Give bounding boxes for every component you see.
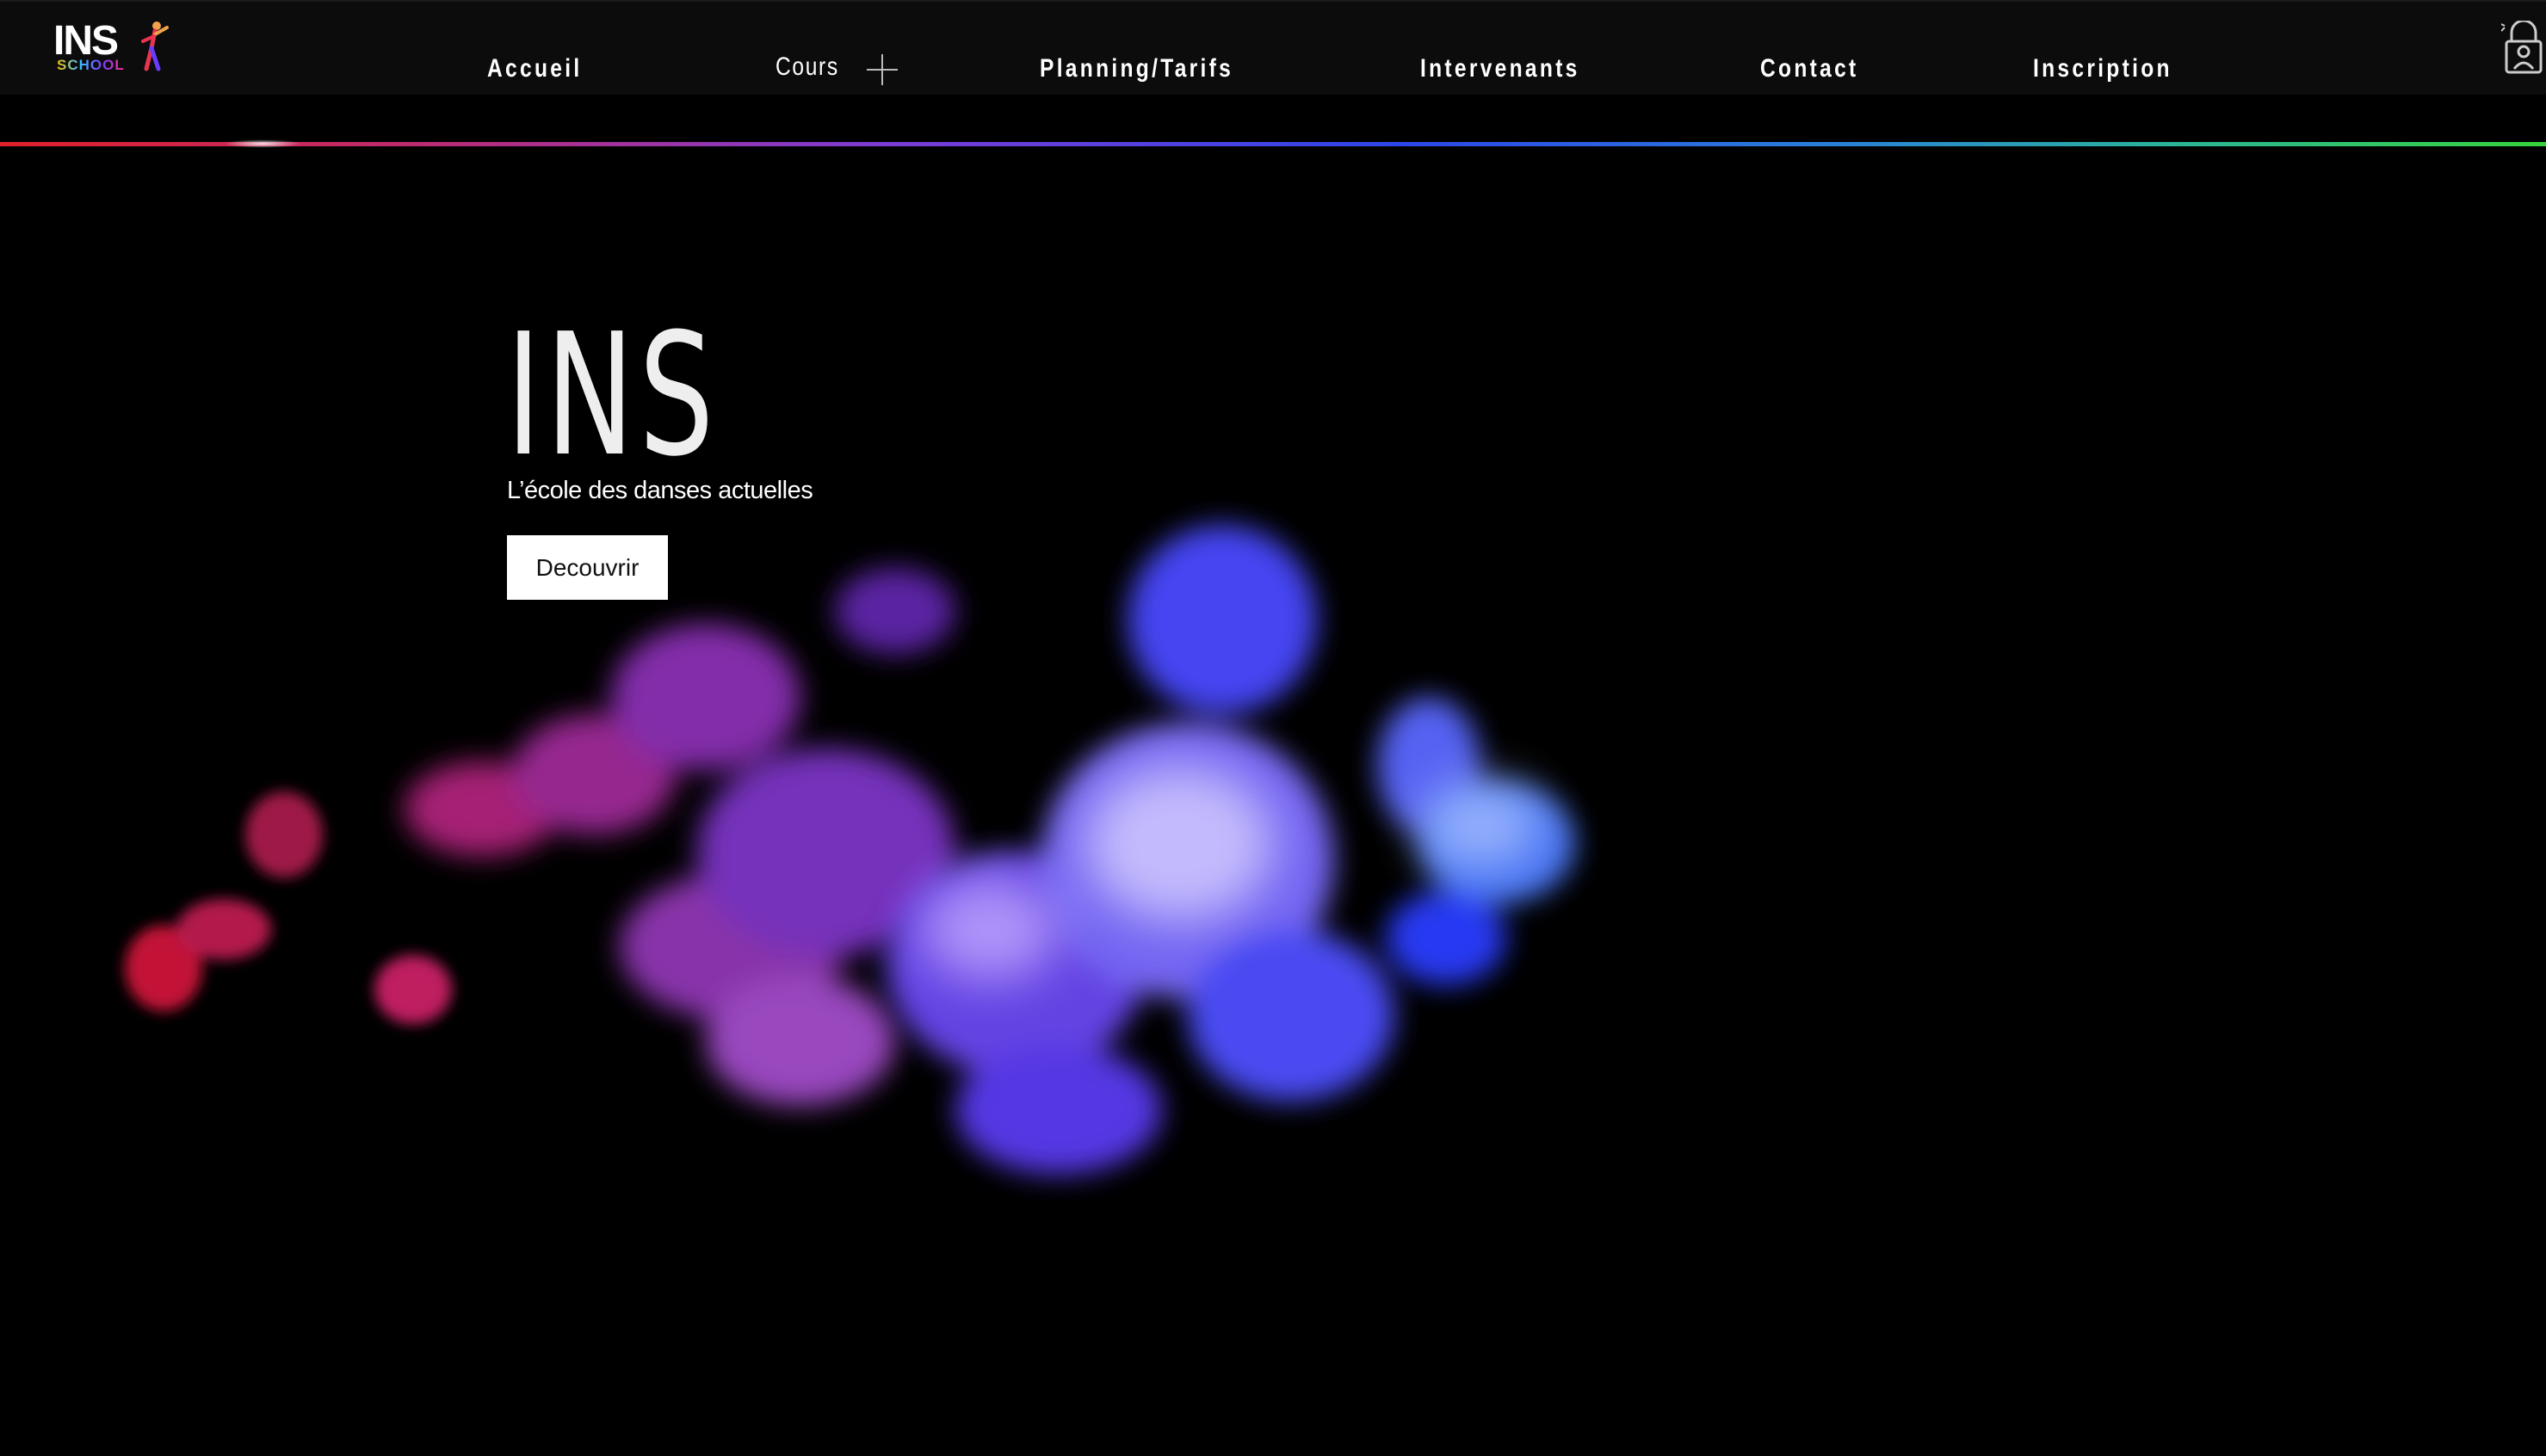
nav-intervenants[interactable]: Intervenants [1420,50,1580,88]
site-header: INS SCHOOL Accueil Cours Planning/Tarifs… [0,0,2546,95]
nav-cours[interactable]: Cours [776,48,839,86]
hero-title: INS [506,298,719,494]
nav-planning-tarifs[interactable]: Planning/Tarifs [1040,50,1233,88]
logo-subtext: SCHOOL [57,57,125,73]
colored-smoke-image [125,525,1575,1175]
hero-subtitle: L’école des danses actuelles [507,477,813,504]
site-logo[interactable]: INS SCHOOL [53,19,174,79]
dancer-figure-icon [141,22,169,71]
nav-accueil[interactable]: Accueil [487,50,582,88]
nav-inscription[interactable]: Inscription [2033,50,2172,88]
header-gradient-divider [0,142,2546,146]
divider-highlight [224,139,301,148]
login-user-icon[interactable] [2501,21,2546,76]
plus-icon[interactable] [864,52,900,88]
decouvrir-button[interactable]: Decouvrir [507,535,668,600]
nav-contact[interactable]: Contact [1760,50,1859,88]
